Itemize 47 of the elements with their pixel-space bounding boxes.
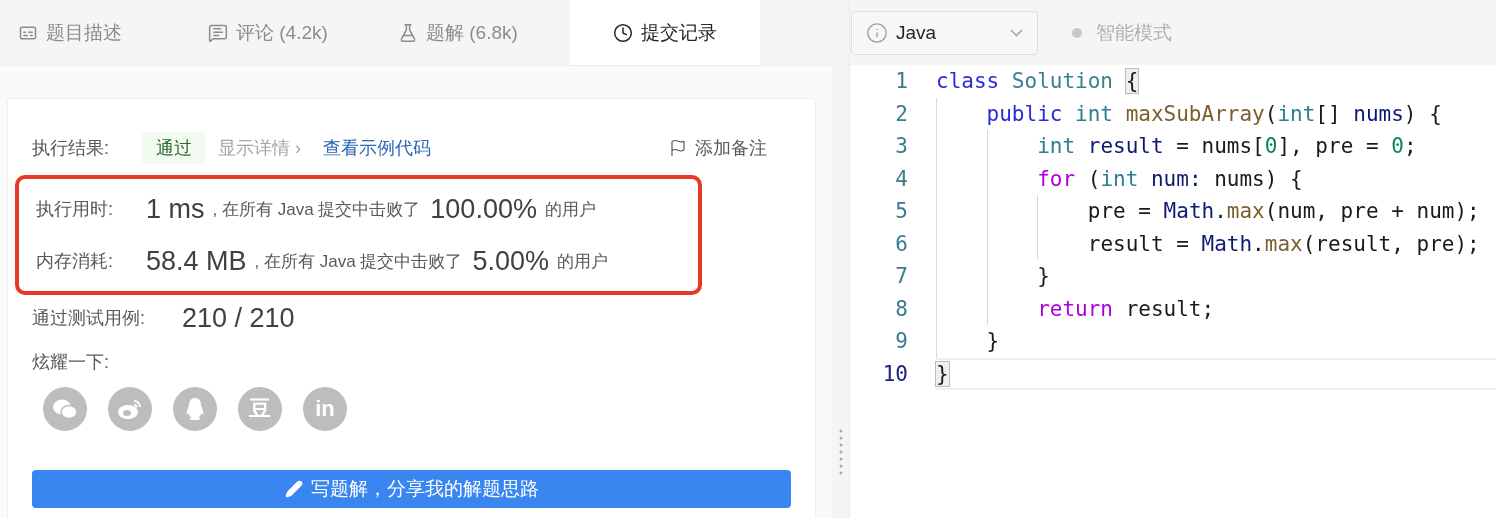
- add-note-button[interactable]: 添加备注: [663, 135, 773, 161]
- code-line: int result = nums[0], pre = 0;: [936, 130, 1496, 163]
- stat-value: 58.4 MB: [146, 245, 247, 277]
- details-link[interactable]: 显示详情 ›: [218, 136, 301, 160]
- tab[interactable]: 题解 (6.8k): [380, 0, 570, 65]
- field-label: 内存消耗:: [36, 250, 114, 273]
- testcase-count: 210 / 210: [182, 302, 295, 334]
- stat-suffix: 的用户: [544, 198, 596, 221]
- stat-value: 1 ms: [146, 193, 205, 225]
- stat-percent: 100.00%: [430, 193, 537, 225]
- line-number: 8: [894, 296, 908, 321]
- linkedin-button[interactable]: in: [303, 387, 347, 431]
- tab[interactable]: 提交记录: [570, 0, 760, 65]
- code-line: result = Math.max(result, pre);: [936, 227, 1496, 260]
- line-number: 7: [894, 264, 908, 289]
- code-line: class Solution {: [936, 68, 1140, 96]
- field-label: 执行结果:: [32, 137, 110, 160]
- code-line: public int maxSubArray(int[] nums) {: [936, 97, 1496, 130]
- stat-text: , 在所有 Java 提交中击败了: [212, 198, 421, 221]
- code-line: return result;: [936, 292, 1496, 325]
- code-line: for (int num: nums) {: [936, 162, 1496, 195]
- stat-text: , 在所有 Java 提交中击败了: [254, 250, 463, 273]
- example-code-link[interactable]: 查看示例代码: [323, 136, 431, 160]
- language-select[interactable]: Java: [851, 10, 1038, 55]
- share-label: 炫耀一下:: [32, 351, 109, 374]
- line-number: 2: [894, 101, 908, 126]
- line-number: 5: [894, 199, 908, 224]
- code-line: }: [936, 260, 1496, 293]
- line-number: 1: [894, 69, 908, 94]
- status-badge: 通过: [142, 132, 206, 164]
- douban-button[interactable]: 豆: [238, 387, 282, 431]
- line-number: 3: [894, 134, 908, 159]
- code-line: }: [936, 357, 1496, 390]
- line-number: 9: [894, 329, 908, 354]
- field-label: 执行用时:: [36, 198, 114, 221]
- stat-suffix: 的用户: [556, 250, 608, 273]
- write-solution-button[interactable]: 写题解，分享我的解题思路: [32, 470, 791, 508]
- tab[interactable]: 评论 (4.2k): [190, 0, 380, 65]
- smart-mode-toggle[interactable]: 智能模式: [1066, 18, 1178, 47]
- code-line: pre = Math.max(num, pre + num);: [936, 195, 1496, 228]
- code-line: }: [936, 325, 1496, 358]
- line-number: 6: [894, 231, 908, 256]
- line-number: 4: [894, 166, 908, 191]
- field-label: 通过测试用例:: [32, 307, 146, 330]
- line-number: 10: [881, 361, 908, 386]
- stat-percent: 5.00%: [472, 245, 549, 277]
- tab[interactable]: 题目描述: [0, 0, 190, 65]
